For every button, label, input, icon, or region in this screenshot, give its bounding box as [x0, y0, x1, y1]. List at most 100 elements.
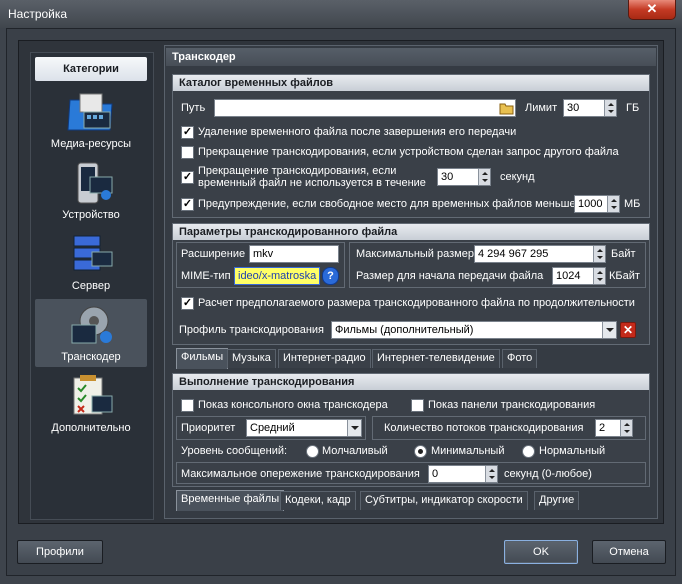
tab-internet-radio[interactable]: Интернет-радио: [278, 349, 371, 368]
priority-label: Приоритет: [181, 422, 236, 434]
threads-value: 2: [599, 422, 606, 434]
tab-music[interactable]: Музыка: [227, 349, 276, 368]
threads-stepper[interactable]: 2: [595, 419, 633, 437]
spin-arrows-icon[interactable]: [593, 246, 605, 262]
radio-silent-label: Молчаливый: [322, 445, 388, 457]
tab-temp-files[interactable]: Временные файлы: [176, 490, 285, 511]
sidebar-item-server[interactable]: Сервер: [35, 228, 147, 296]
close-button[interactable]: ✕: [628, 0, 676, 20]
radio-silent[interactable]: [306, 445, 319, 458]
sidebar-item-transcoder[interactable]: Транскодер: [35, 299, 147, 367]
sidebar-item-label: Дополнительно: [51, 422, 131, 434]
profile-label: Профиль транскодирования: [179, 324, 325, 336]
space-warning-unit: МБ: [624, 198, 641, 210]
radio-normal[interactable]: [522, 445, 535, 458]
lead-stepper[interactable]: 0: [428, 465, 498, 483]
spin-arrows-icon[interactable]: [593, 268, 605, 284]
max-size-label: Максимальный размер: [356, 248, 474, 260]
limit-value: 30: [567, 102, 580, 114]
start-size-unit: КБайт: [609, 270, 640, 282]
tab-codecs-frame[interactable]: Кодеки, кадр: [280, 491, 356, 510]
console-window-checkbox[interactable]: [181, 399, 194, 412]
stop-unused-stepper[interactable]: 30: [437, 168, 491, 186]
threads-label: Количество потоков транскодирования: [384, 422, 584, 434]
ext-input[interactable]: mkv: [249, 245, 339, 263]
sidebar-item-label: Транскодер: [61, 351, 121, 363]
profile-select[interactable]: Фильмы (дополнительный): [331, 321, 617, 339]
folder-browse-icon[interactable]: [499, 101, 515, 115]
start-size-label: Размер для начала передачи файла: [356, 270, 544, 282]
limit-unit: ГБ: [626, 102, 640, 114]
ok-button[interactable]: OK: [504, 540, 578, 564]
priority-select[interactable]: Средний: [246, 419, 362, 437]
lead-label: Максимальное опережение транскодирования: [181, 468, 420, 480]
profile-tabs: Фильмы Музыка Интернет-радио Интернет-те…: [176, 348, 650, 369]
panel-title: Транскодер: [166, 48, 656, 66]
stop-unused-label-1: Прекращение транскодирования, если: [198, 165, 397, 177]
limit-stepper[interactable]: 30: [563, 99, 617, 117]
lead-value: 0: [432, 468, 439, 480]
delete-profile-icon[interactable]: ✕: [620, 322, 636, 338]
sidebar-item-media-resources[interactable]: Медиа-ресурсы: [35, 86, 147, 154]
profile-value: Фильмы (дополнительный): [335, 324, 474, 336]
media-resources-icon: [67, 93, 113, 131]
stop-on-request-label: Прекращение транскодирования, если устро…: [198, 146, 619, 158]
tab-subtitles-speed[interactable]: Субтитры, индикатор скорости: [360, 491, 528, 510]
max-size-value: 4 294 967 295: [478, 248, 549, 260]
max-size-unit: Байт: [611, 248, 636, 260]
sidebar-item-label: Устройство: [62, 209, 120, 221]
sidebar-item-device[interactable]: Устройство: [35, 157, 147, 225]
tab-internet-tv[interactable]: Интернет-телевидение: [372, 349, 500, 368]
sidebar-item-additional[interactable]: Дополнительно: [35, 370, 147, 438]
start-size-value: 1024: [556, 270, 581, 282]
spin-arrows-icon[interactable]: [607, 196, 619, 212]
title-bar: Настройка: [0, 0, 682, 28]
delete-temp-checkbox[interactable]: ✓: [181, 126, 194, 139]
sidebar-item-label: Сервер: [71, 280, 111, 292]
space-warning-value: 1000: [578, 198, 603, 210]
bottom-tabs: Временные файлы Кодеки, кадр Субтитры, и…: [176, 490, 650, 511]
console-window-label: Показ консольного окна транскодера: [198, 399, 388, 411]
profiles-button[interactable]: Профили: [17, 540, 103, 564]
stop-unused-unit: секунд: [500, 171, 535, 183]
server-icon: [73, 235, 113, 271]
stop-on-request-checkbox[interactable]: [181, 146, 194, 159]
tab-other[interactable]: Другие: [534, 491, 580, 510]
mime-help-icon[interactable]: ?: [322, 267, 339, 285]
category-header: Категории: [35, 57, 147, 81]
transcode-panel-label: Показ панели транскодирования: [428, 399, 596, 411]
max-size-stepper[interactable]: 4 294 967 295: [474, 245, 606, 263]
spin-arrows-icon[interactable]: [604, 100, 616, 116]
window-title: Настройка: [8, 7, 68, 21]
spin-arrows-icon[interactable]: [478, 169, 490, 185]
estimate-size-label: Расчет предполагаемого размера транскоди…: [198, 297, 635, 309]
chevron-down-icon[interactable]: [347, 420, 361, 436]
cancel-button[interactable]: Отмена: [592, 540, 666, 564]
space-warning-checkbox[interactable]: ✓: [181, 198, 194, 211]
lead-unit: секунд (0-любое): [504, 468, 592, 480]
group-header: Каталог временных файлов: [173, 75, 649, 91]
path-input[interactable]: [214, 99, 516, 117]
additional-icon: [73, 375, 113, 415]
radio-minimal-label: Минимальный: [431, 445, 505, 457]
stop-unused-value: 30: [441, 171, 454, 183]
space-warning-label: Предупреждение, если свободное место для…: [198, 198, 576, 210]
limit-label: Лимит: [525, 102, 558, 114]
group-header: Выполнение транскодирования: [173, 374, 649, 390]
chevron-down-icon[interactable]: [602, 322, 616, 338]
transcode-panel-checkbox[interactable]: [411, 399, 424, 412]
radio-minimal[interactable]: [414, 445, 427, 458]
tab-movies[interactable]: Фильмы: [176, 348, 229, 369]
spin-arrows-icon[interactable]: [485, 466, 497, 482]
start-size-stepper[interactable]: 1024: [552, 267, 606, 285]
mime-label: MIME-тип: [181, 270, 231, 282]
device-icon: [77, 162, 113, 204]
mime-input[interactable]: ideo/x-matroska: [234, 267, 320, 285]
spin-arrows-icon[interactable]: [620, 420, 632, 436]
group-header: Параметры транскодированного файла: [173, 224, 649, 240]
stop-unused-label-2: временный файл не используется в течение: [198, 177, 426, 189]
tab-photo[interactable]: Фото: [502, 349, 538, 368]
stop-unused-checkbox[interactable]: ✓: [181, 171, 194, 184]
space-warning-stepper[interactable]: 1000: [574, 195, 620, 213]
estimate-size-checkbox[interactable]: ✓: [181, 297, 194, 310]
